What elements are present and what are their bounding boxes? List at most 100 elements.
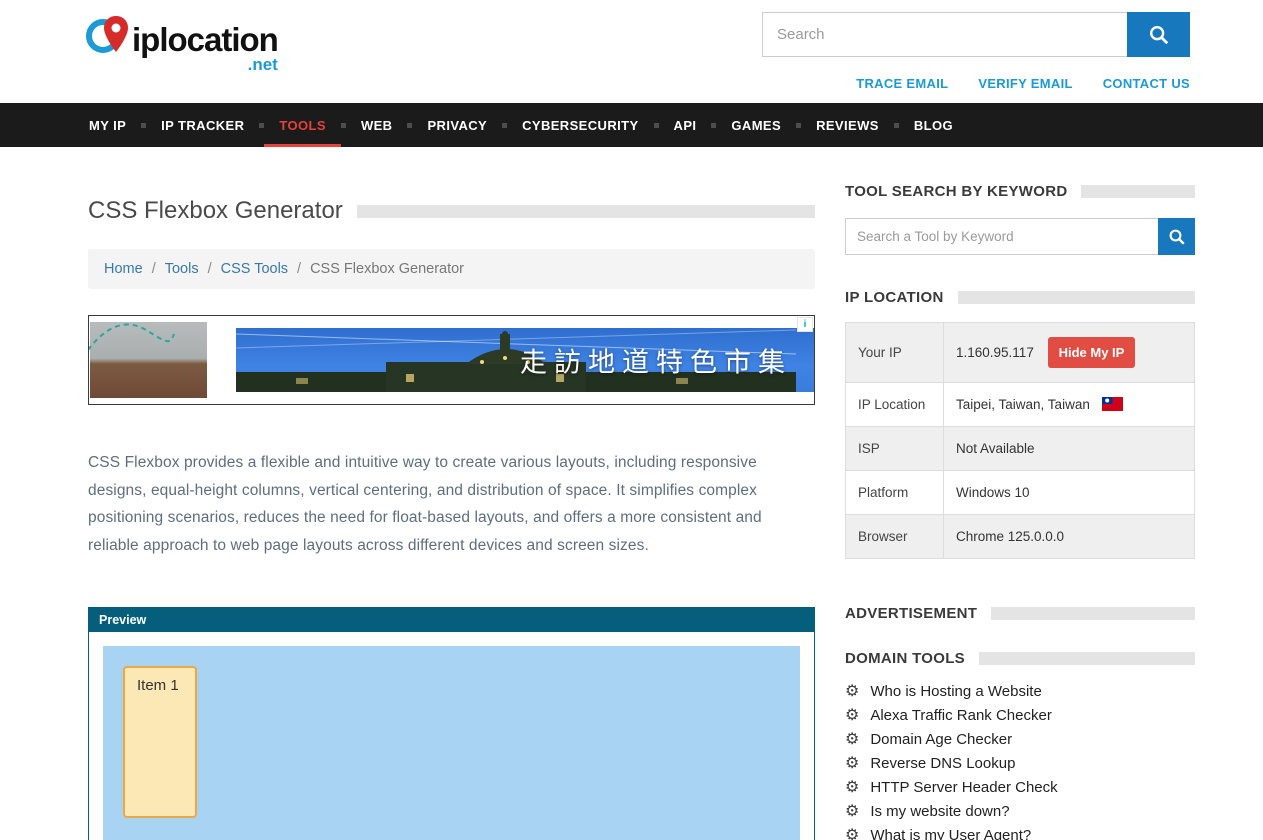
row-label: ISP [846,427,944,471]
main-content: CSS Flexbox Generator Home / Tools / CSS… [88,183,815,840]
ad-banner[interactable]: 走訪地道特色市集 i [88,315,815,405]
row-label: IP Location [846,383,944,427]
domain-tools-heading: DOMAIN TOOLS [845,650,965,667]
top-header: iplocation .net TRACE EMAIL VERIFY EMAIL… [0,0,1263,103]
logo-tld: .net [248,56,278,73]
trace-email-link[interactable]: TRACE EMAIL [856,76,948,91]
list-item: ⚙ Is my website down? [845,803,1195,820]
heading-decoration-bar [991,607,1195,620]
location-pin-icon [86,12,130,70]
main-navbar: MY IP IP TRACKER TOOLS WEB PRIVACY CYBER… [0,103,1263,147]
row-value-cell: Chrome 125.0.0.0 [944,515,1195,559]
nav-item-tools[interactable]: TOOLS [264,103,341,147]
domain-tool-link-website-down[interactable]: Is my website down? [870,803,1009,820]
domain-tool-link-hosting[interactable]: Who is Hosting a Website [870,683,1041,700]
preview-panel-title: Preview [89,608,814,632]
list-item: ⚙ Domain Age Checker [845,731,1195,748]
heading-decoration-bar [979,652,1195,665]
tool-search [845,218,1195,255]
breadcrumb-home[interactable]: Home [104,261,143,277]
gear-icon: ⚙ [845,780,859,796]
page-description: CSS Flexbox provides a flexible and intu… [88,449,815,559]
list-item: ⚙ HTTP Server Header Check [845,779,1195,796]
domain-tool-link-alexa-rank[interactable]: Alexa Traffic Rank Checker [870,707,1051,724]
ad-creative: 走訪地道特色市集 [236,328,814,392]
taiwan-flag-icon [1102,397,1123,411]
hide-my-ip-button[interactable]: Hide My IP [1048,337,1136,368]
flexbox-preview-container: Item 1 [103,646,800,840]
gear-icon: ⚙ [845,828,859,840]
nav-item-api[interactable]: API [659,103,712,147]
row-value-cell: Not Available [944,427,1195,471]
tool-search-button[interactable] [1158,218,1195,255]
table-row: ISP Not Available [846,427,1195,471]
search-input[interactable] [762,12,1127,57]
list-item: ⚙ Alexa Traffic Rank Checker [845,707,1195,724]
gear-icon: ⚙ [845,756,859,772]
flex-item-1[interactable]: Item 1 [123,666,197,818]
nav-item-blog[interactable]: BLOG [899,103,968,147]
list-item: ⚙ What is my User Agent? [845,827,1195,840]
nav-item-web[interactable]: WEB [346,103,408,147]
nav-item-privacy[interactable]: PRIVACY [412,103,502,147]
header-search [762,12,1190,57]
gear-icon: ⚙ [845,804,859,820]
logo-text: iplocation [132,22,278,58]
search-button[interactable] [1127,12,1190,57]
heading-decoration-bar [958,291,1195,304]
table-row: Browser Chrome 125.0.0.0 [846,515,1195,559]
domain-tool-link-user-agent[interactable]: What is my User Agent? [870,827,1031,840]
gear-icon: ⚙ [845,732,859,748]
heading-decoration-bar [1081,185,1195,198]
nav-item-ip-tracker[interactable]: IP TRACKER [146,103,259,147]
breadcrumb-separator: / [208,261,212,277]
ad-decorative-curve [88,316,176,356]
verify-email-link[interactable]: VERIFY EMAIL [978,76,1072,91]
ad-photo [90,322,207,398]
row-label: Your IP [846,323,944,383]
breadcrumb-separator: / [297,261,301,277]
row-value-cell: Windows 10 [944,471,1195,515]
nav-item-reviews[interactable]: REVIEWS [801,103,894,147]
table-row: Platform Windows 10 [846,471,1195,515]
row-label: Platform [846,471,944,515]
table-row: IP Location Taipei, Taiwan, Taiwan [846,383,1195,427]
row-value-cell: 1.160.95.117 Hide My IP [944,323,1195,383]
list-item: ⚙ Who is Hosting a Website [845,683,1195,700]
search-icon [1148,24,1170,46]
breadcrumb-separator: / [152,261,156,277]
table-row: Your IP 1.160.95.117 Hide My IP [846,323,1195,383]
domain-tool-link-domain-age[interactable]: Domain Age Checker [870,731,1012,748]
ip-address-value: 1.160.95.117 [956,345,1034,360]
search-icon [1168,228,1186,246]
adchoices-icon[interactable]: i [797,317,813,332]
breadcrumb-css-tools[interactable]: CSS Tools [221,261,288,277]
breadcrumb: Home / Tools / CSS Tools / CSS Flexbox G… [88,249,815,289]
sidebar: TOOL SEARCH BY KEYWORD IP LOCATION Your … [845,183,1195,840]
nav-item-my-ip[interactable]: MY IP [74,103,141,147]
domain-tool-link-reverse-dns[interactable]: Reverse DNS Lookup [870,755,1015,772]
row-label: Browser [846,515,944,559]
domain-tools-list: ⚙ Who is Hosting a Website ⚙ Alexa Traff… [845,683,1195,840]
advertisement-heading: ADVERTISEMENT [845,605,977,622]
tool-search-input[interactable] [845,218,1158,255]
preview-body: Item 1 [89,632,814,840]
domain-tool-link-http-header[interactable]: HTTP Server Header Check [870,779,1057,796]
header-links: TRACE EMAIL VERIFY EMAIL CONTACT US [856,76,1190,91]
site-logo[interactable]: iplocation .net [86,12,278,73]
gear-icon: ⚙ [845,684,859,700]
breadcrumb-tools[interactable]: Tools [165,261,199,277]
nav-item-cybersecurity[interactable]: CYBERSECURITY [507,103,653,147]
nav-item-games[interactable]: GAMES [716,103,796,147]
contact-us-link[interactable]: CONTACT US [1103,76,1190,91]
page-title: CSS Flexbox Generator [88,197,343,225]
preview-panel: Preview Item 1 [88,607,815,840]
title-decoration-bar [357,205,815,218]
ad-headline: 走訪地道特色市集 [520,341,792,380]
ip-location-heading: IP LOCATION [845,289,944,306]
list-item: ⚙ Reverse DNS Lookup [845,755,1195,772]
page-body: CSS Flexbox Generator Home / Tools / CSS… [0,147,1263,840]
ip-location-value: Taipei, Taiwan, Taiwan [956,397,1090,412]
gear-icon: ⚙ [845,708,859,724]
row-value-cell: Taipei, Taiwan, Taiwan [944,383,1195,427]
